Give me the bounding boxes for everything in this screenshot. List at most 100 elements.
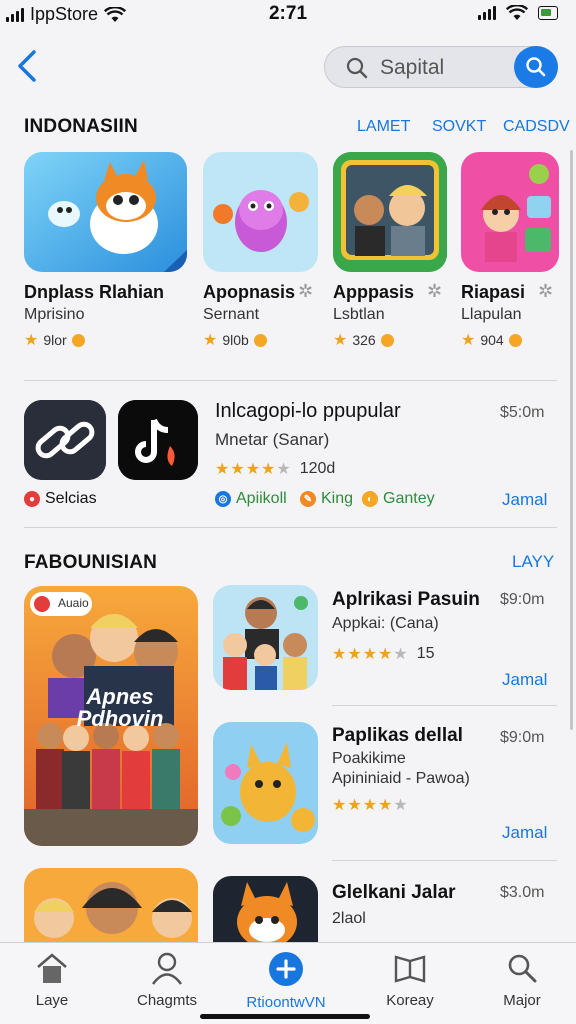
tag-item[interactable]: ◐ Gantey: [362, 490, 435, 508]
hero-card[interactable]: [24, 868, 198, 942]
price-label: $5:0m: [500, 404, 545, 421]
tag-icon: ✎: [300, 491, 316, 507]
settings-icon[interactable]: ✲: [538, 281, 553, 302]
coin-icon: [71, 333, 85, 347]
star-half-icon: ★: [393, 797, 408, 814]
app-icon[interactable]: [461, 152, 559, 272]
app-artwork: [203, 152, 318, 272]
tab-sovkt[interactable]: SOVKT: [432, 118, 486, 136]
star-icon: ★: [378, 797, 393, 814]
featured-app-icon[interactable]: [118, 400, 198, 480]
star-icon: ★: [378, 646, 393, 663]
search-bar[interactable]: Sapital: [324, 46, 558, 88]
app-icon[interactable]: [24, 152, 187, 272]
tab-lamet[interactable]: LAMET: [357, 118, 410, 136]
search-icon: [526, 57, 546, 77]
featured-subtitle: Mnetar (Sanar): [215, 430, 330, 449]
app-subtitle: Mprisino: [24, 306, 85, 323]
scroll-indicator[interactable]: [570, 150, 573, 730]
hero-caption: Apnes Pdhovin: [76, 684, 164, 731]
app-title[interactable]: Paplikas dellal: [332, 725, 463, 747]
see-all-link[interactable]: LAYY: [512, 552, 554, 572]
get-link[interactable]: Jamal: [502, 823, 547, 843]
app-name[interactable]: Riapasi: [461, 282, 525, 303]
section-title: INDONASIIN: [24, 116, 138, 137]
star-icon: ★: [461, 332, 476, 349]
app-title[interactable]: Glelkani Jalar: [332, 882, 456, 904]
tab-search[interactable]: Major: [467, 951, 576, 1009]
star-icon: ★: [215, 461, 230, 478]
star-icon: ★: [362, 646, 378, 663]
divider: [24, 527, 557, 528]
tab-profile[interactable]: Chagmts: [112, 951, 222, 1009]
get-link[interactable]: Jamal: [502, 490, 547, 510]
tab-bar: Laye Chagmts RtioontwVN Koreay Major: [0, 942, 576, 1024]
app-subtitle: 2laol: [332, 910, 366, 927]
app-subtitle-2: Apininiaid - Pawoa): [332, 770, 470, 787]
app-artwork: [213, 876, 318, 942]
tag-icon: ◎: [215, 491, 231, 507]
book-icon: [394, 955, 426, 983]
tag-label: King: [321, 490, 354, 507]
search-button[interactable]: [514, 46, 558, 88]
tab-create[interactable]: RtioontwVN: [231, 951, 341, 1011]
badge-label: Selcias: [45, 490, 97, 507]
tag-item[interactable]: ✎ King: [300, 490, 353, 508]
rating-count: 120d: [299, 460, 336, 477]
app-icon[interactable]: [213, 722, 318, 844]
home-icon: [37, 953, 67, 983]
featured-app-icon[interactable]: [24, 400, 106, 480]
star-icon: ★: [261, 461, 276, 478]
get-link[interactable]: Jamal: [502, 670, 547, 690]
price-label: $3.0m: [500, 884, 545, 901]
star-rating: ★ ★ ★ ★ ★ 15: [332, 644, 435, 664]
app-title[interactable]: Aplrikasi Pasuin: [332, 589, 480, 611]
app-icon[interactable]: [333, 152, 447, 272]
star-rating: ★ ★ ★ ★ ★: [332, 795, 408, 815]
divider: [332, 860, 557, 861]
app-artwork: [213, 585, 318, 690]
app-icon[interactable]: [213, 585, 318, 690]
tab-label: Chagmts: [136, 992, 198, 1009]
hero-card[interactable]: Auaio Apnes Pdhovin: [24, 586, 198, 846]
back-button[interactable]: [12, 46, 42, 86]
app-rating: ★ 904: [461, 330, 522, 350]
app-rating: ★ 326: [333, 330, 394, 350]
settings-icon[interactable]: ✲: [427, 281, 442, 302]
person-icon: [152, 952, 182, 985]
app-artwork: [213, 722, 318, 844]
chevron-left-icon: [18, 50, 36, 82]
tag-item[interactable]: ◎ Apiikoll: [215, 490, 287, 508]
app-rating: ★ 9l0b: [203, 330, 267, 350]
rating-count: 15: [416, 645, 435, 662]
star-icon: ★: [245, 461, 261, 478]
badge[interactable]: ● Selcias: [24, 490, 97, 508]
app-subtitle: Appkai: (Cana): [332, 615, 439, 632]
tab-label: Koreay: [386, 992, 434, 1009]
link-icon: [24, 400, 106, 480]
app-icon[interactable]: [213, 876, 318, 942]
tag-icon: ◐: [362, 491, 378, 507]
star-icon: ★: [347, 797, 362, 814]
search-input[interactable]: Sapital: [380, 56, 444, 80]
cellular-icon: [478, 6, 496, 20]
app-subtitle: Poakikime: [332, 750, 406, 767]
rating-value: 326: [352, 332, 376, 348]
home-indicator: [200, 1014, 370, 1019]
app-icon[interactable]: [203, 152, 318, 272]
star-icon: ★: [347, 646, 362, 663]
divider: [332, 705, 557, 706]
tab-cadsdv[interactable]: CADSDV: [503, 118, 570, 136]
tab-home[interactable]: Laye: [0, 951, 107, 1009]
app-name[interactable]: Apppasis: [333, 282, 414, 303]
price-label: $9:0m: [500, 729, 545, 746]
featured-title[interactable]: Inlcagopi-lo ppupular: [215, 400, 401, 423]
settings-icon[interactable]: ✲: [298, 281, 313, 302]
app-name[interactable]: Apopnasis: [203, 282, 295, 303]
tag-label: Gantey: [383, 490, 435, 507]
app-name[interactable]: Dnplass Rlahian: [24, 282, 164, 303]
status-right: [478, 5, 558, 21]
tab-library[interactable]: Koreay: [355, 951, 465, 1009]
app-rating: ★ 9lor: [24, 330, 85, 350]
divider: [24, 380, 557, 381]
